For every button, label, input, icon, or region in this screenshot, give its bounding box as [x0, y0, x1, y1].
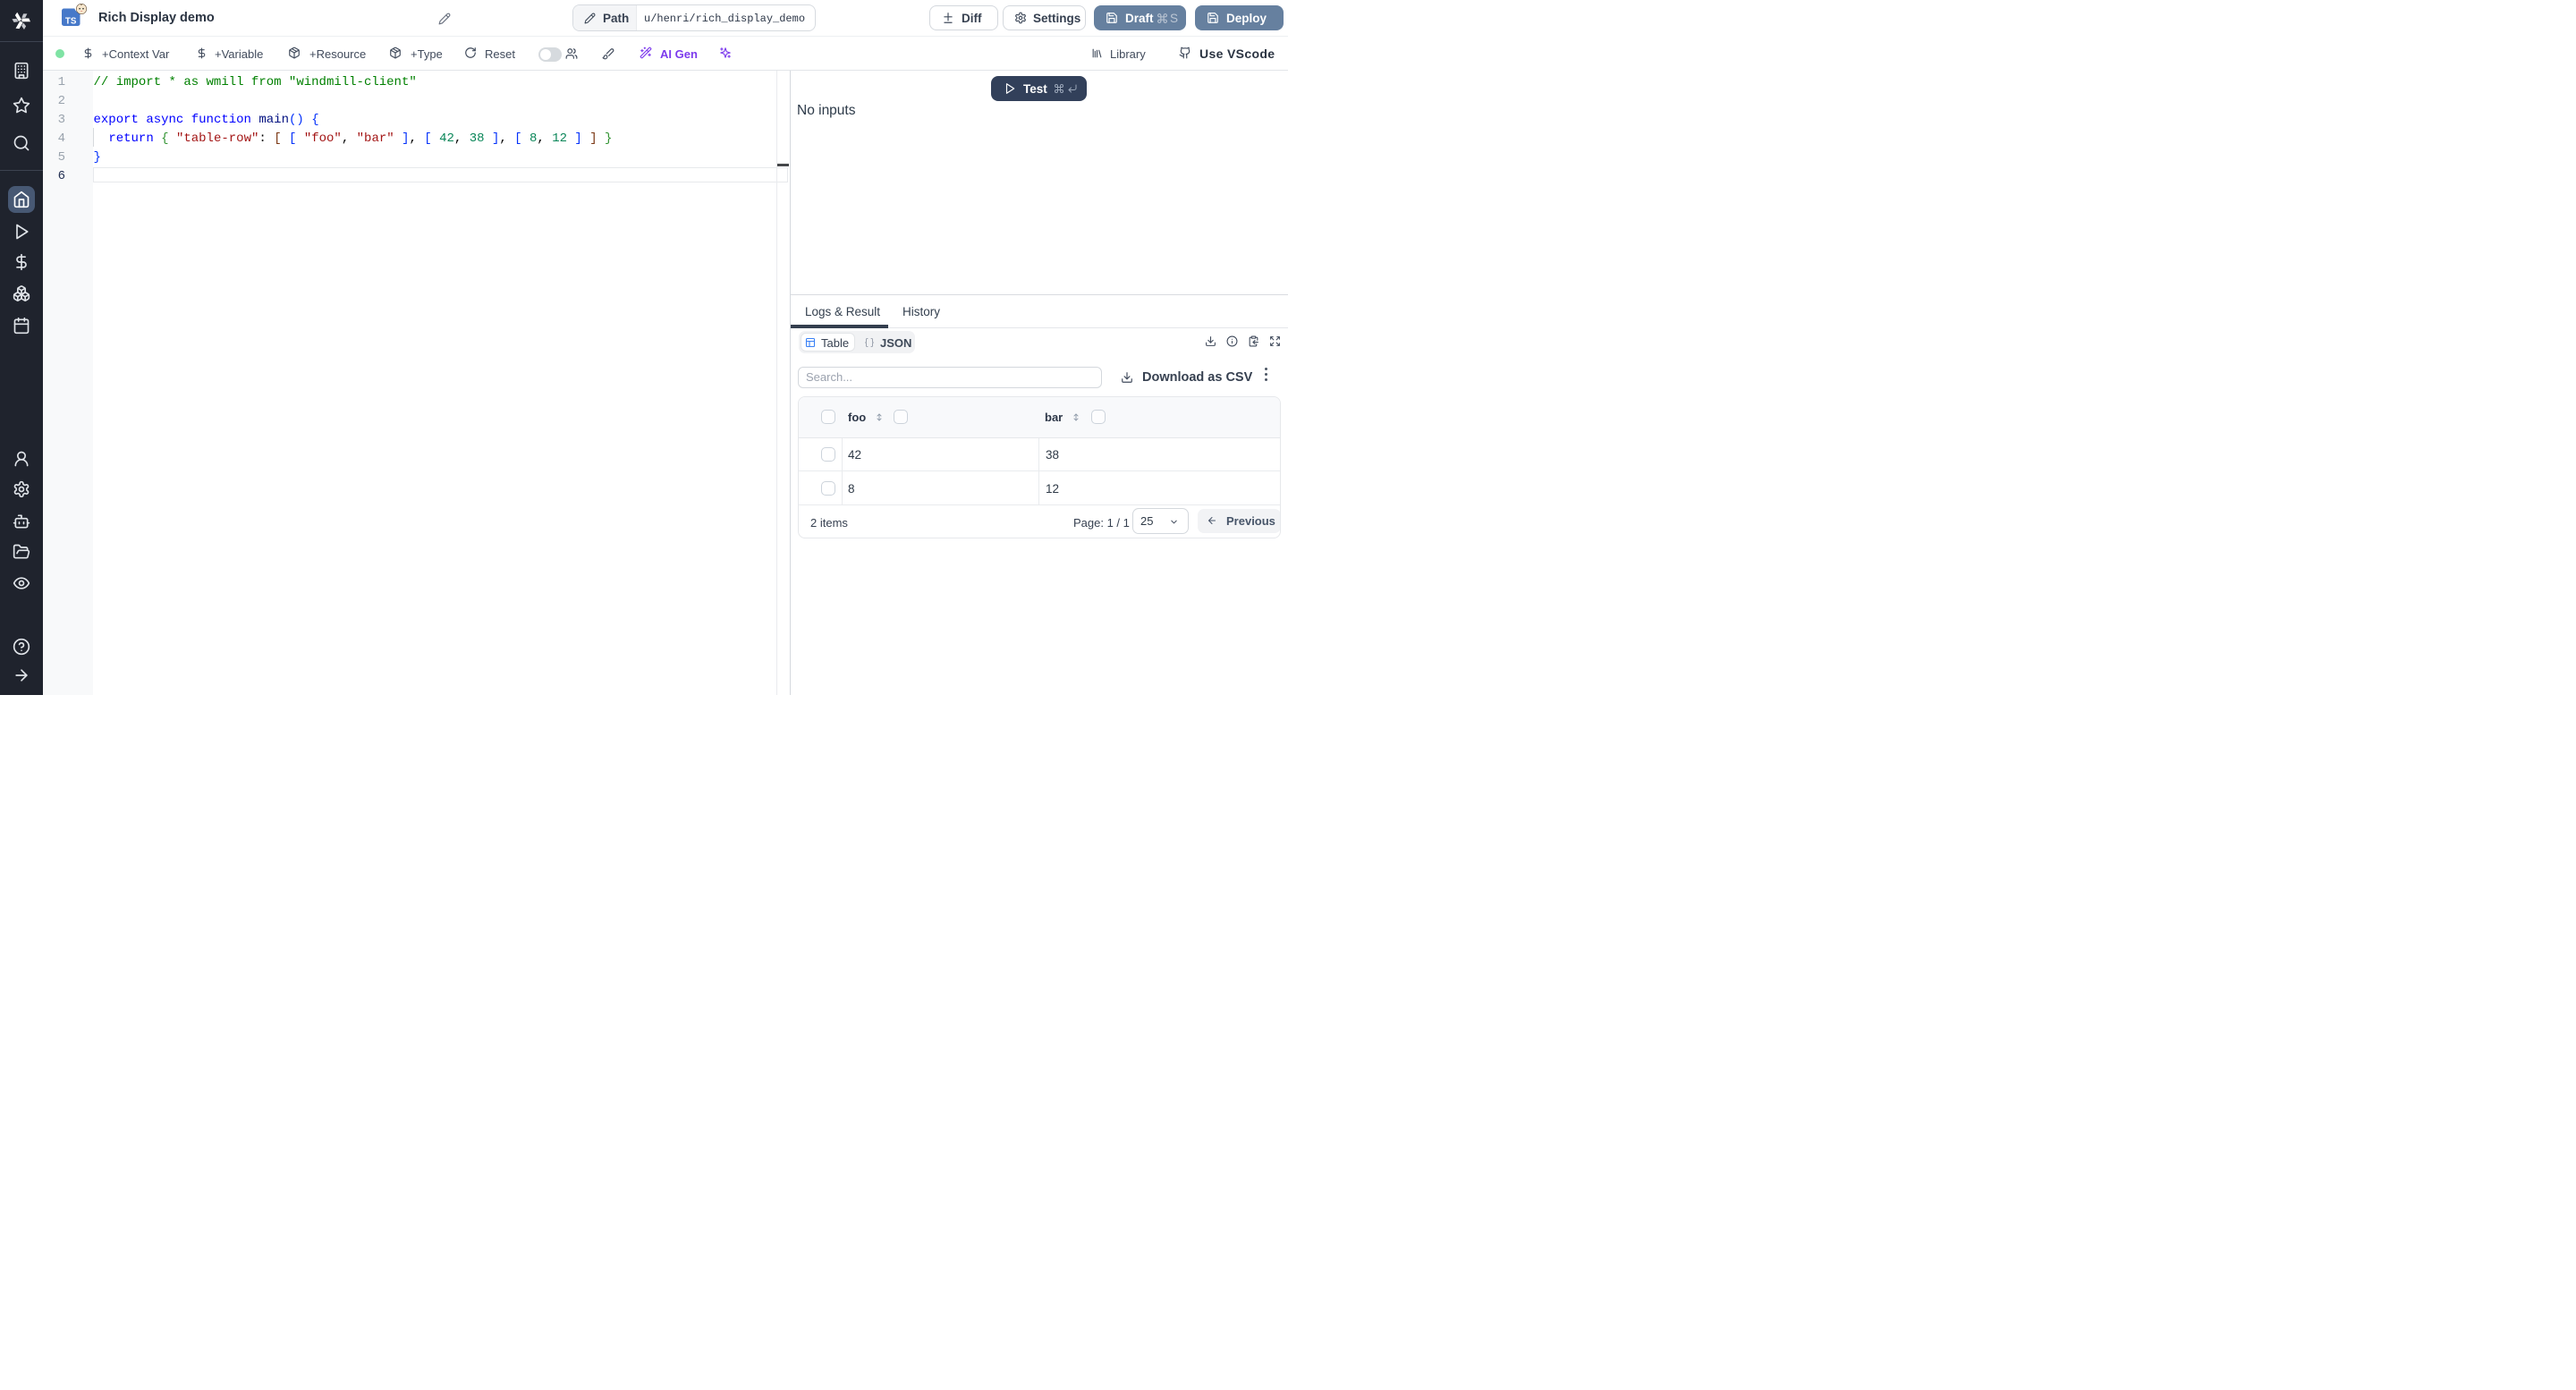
- svg-text:TS: TS: [65, 17, 77, 27]
